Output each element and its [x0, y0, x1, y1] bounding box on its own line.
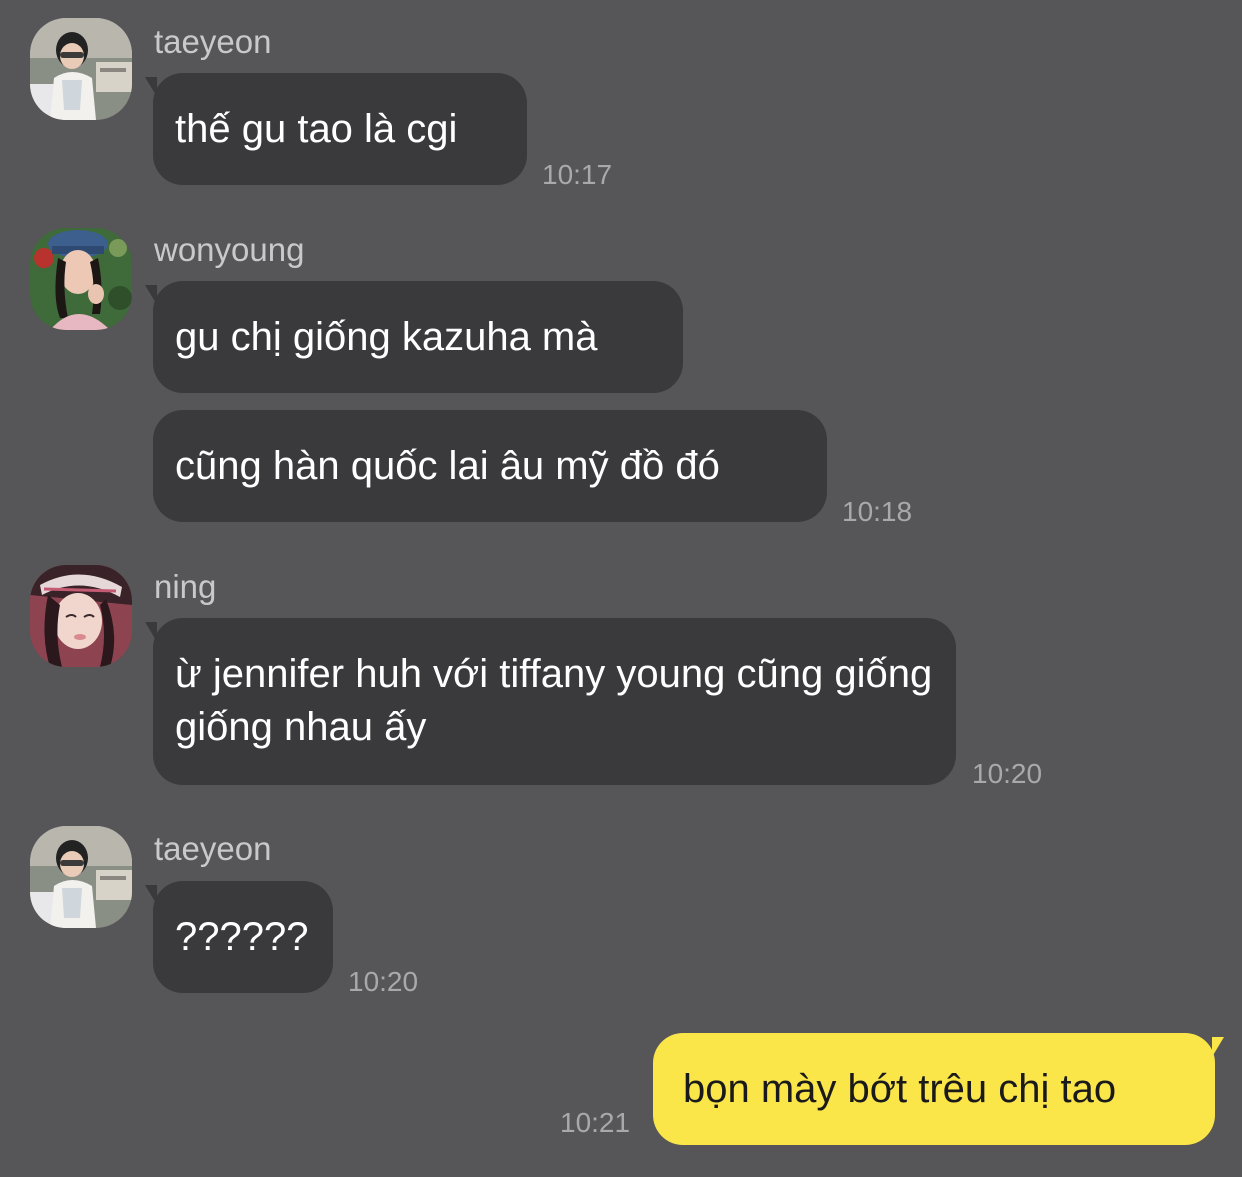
message-text: ừ jennifer huh với tiffany young cũng gi…: [175, 652, 933, 749]
message-bubble[interactable]: cũng hàn quốc lai âu mỹ đồ đó: [153, 410, 827, 522]
ning-profile-photo: [30, 565, 132, 667]
message-text: ??????: [175, 914, 309, 959]
avatar-ning[interactable]: [30, 565, 132, 667]
message-time: 10:21: [560, 1107, 631, 1138]
message-bubble[interactable]: ừ jennifer huh với tiffany young cũng gi…: [153, 618, 956, 785]
message-text: cũng hàn quốc lai âu mỹ đồ đó: [175, 443, 720, 488]
message-time: 10:20: [348, 966, 419, 997]
message-bubble[interactable]: thế gu tao là cgi: [153, 73, 527, 185]
sender-name: taeyeon: [154, 830, 272, 867]
message-time: 10:18: [842, 496, 913, 527]
outgoing-message-bubble[interactable]: bọn mày bớt trêu chị tao: [653, 1033, 1215, 1145]
sender-name: taeyeon: [154, 23, 272, 60]
message-time: 10:17: [542, 159, 613, 190]
taeyeon-profile-photo: [30, 18, 132, 120]
message-time: 10:20: [972, 758, 1043, 789]
message-text: bọn mày bớt trêu chị tao: [683, 1066, 1117, 1111]
message-text: thế gu tao là cgi: [175, 106, 458, 151]
avatar-wonyoung[interactable]: [30, 228, 132, 330]
wonyoung-profile-photo: [30, 228, 132, 330]
sender-name: ning: [154, 568, 217, 605]
avatar-taeyeon[interactable]: [30, 826, 132, 928]
bubble-tail: [1212, 1037, 1224, 1057]
message-bubble[interactable]: gu chị giống kazuha mà: [153, 281, 683, 393]
avatar-taeyeon[interactable]: [30, 18, 132, 120]
message-text: gu chị giống kazuha mà: [175, 314, 598, 359]
taeyeon-profile-photo: [30, 826, 132, 928]
sender-name: wonyoung: [154, 231, 305, 268]
message-bubble[interactable]: ??????: [153, 881, 333, 993]
